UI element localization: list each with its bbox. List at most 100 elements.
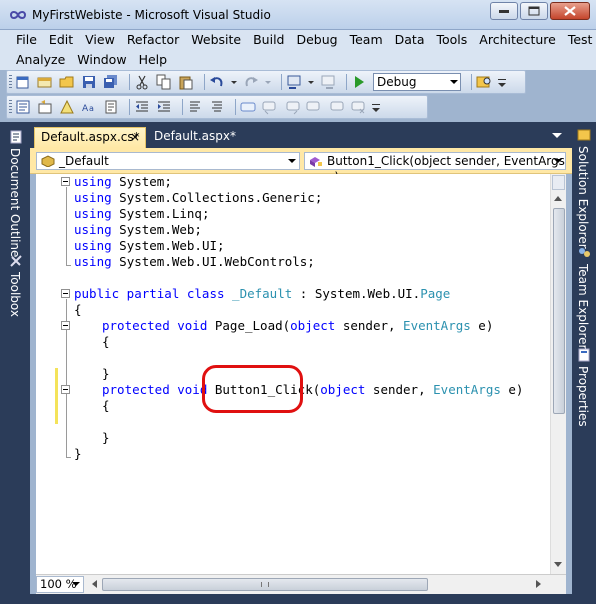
tab-label: Default.aspx.cs* xyxy=(41,130,140,144)
increase-indent-icon[interactable] xyxy=(156,99,172,115)
paste-icon[interactable] xyxy=(178,74,194,90)
cut-icon[interactable] xyxy=(134,74,150,90)
class-icon xyxy=(41,155,55,167)
scroll-down-icon[interactable] xyxy=(554,562,562,567)
code-token: { xyxy=(102,334,110,349)
previous-bookmark-in-folder-icon[interactable] xyxy=(306,99,322,115)
chevron-down-icon xyxy=(72,582,80,586)
document-outline-tab[interactable]: Document Outline xyxy=(8,148,22,257)
tab-default-aspx-cs[interactable]: Default.aspx.cs* × xyxy=(34,127,146,148)
menu-window[interactable]: Window xyxy=(71,51,132,68)
menu-tools[interactable]: Tools xyxy=(431,31,474,48)
new-project-icon[interactable] xyxy=(15,74,31,90)
menu-test[interactable]: Test xyxy=(562,31,596,48)
code-line: { xyxy=(102,398,110,414)
menu-debug[interactable]: Debug xyxy=(290,31,343,48)
menu-data[interactable]: Data xyxy=(389,31,431,48)
redo-dropdown-icon[interactable] xyxy=(265,74,271,90)
vertical-scrollbar[interactable] xyxy=(550,174,566,574)
types-combo[interactable]: _Default xyxy=(36,152,300,170)
collapse-using-block-icon[interactable] xyxy=(61,177,70,186)
uncomment-selection-icon[interactable] xyxy=(209,99,225,115)
toolbar-grip[interactable] xyxy=(9,75,12,89)
menu-website[interactable]: Website xyxy=(185,31,247,48)
minimize-button[interactable] xyxy=(490,2,518,20)
outline-end xyxy=(66,457,71,458)
scroll-up-icon[interactable] xyxy=(554,196,562,201)
menu-refactor[interactable]: Refactor xyxy=(121,31,185,48)
solution-explorer-tab[interactable]: Solution Explorer xyxy=(576,146,590,249)
code-line: } xyxy=(102,430,110,446)
scroll-right-icon[interactable] xyxy=(536,580,541,588)
start-debugging-icon[interactable] xyxy=(351,74,367,90)
chevron-down-icon xyxy=(288,159,296,163)
code-line: using System.Web; xyxy=(74,222,202,238)
object-member-list-icon[interactable] xyxy=(15,99,31,115)
tab-default-aspx[interactable]: Default.aspx* xyxy=(148,127,236,148)
undo-dropdown-icon[interactable] xyxy=(231,74,237,90)
toolbar-grip[interactable] xyxy=(9,100,12,114)
collapse-page-load-icon[interactable] xyxy=(61,321,70,330)
menu-analyze[interactable]: Analyze xyxy=(10,51,71,68)
find-in-files-icon[interactable] xyxy=(476,74,492,90)
maximize-button[interactable] xyxy=(520,2,548,20)
quick-info-icon[interactable] xyxy=(59,99,75,115)
annotation-highlight-oval xyxy=(202,365,303,413)
vertical-scroll-thumb[interactable] xyxy=(553,208,565,414)
keyword: using xyxy=(74,190,112,205)
menu-architecture[interactable]: Architecture xyxy=(473,31,562,48)
menu-file[interactable]: File xyxy=(10,31,43,48)
code-token: { xyxy=(74,302,82,317)
standard-toolbar: Debug xyxy=(6,70,526,94)
navigate-forward-icon[interactable] xyxy=(320,74,336,90)
toolbar-options-icon[interactable] xyxy=(498,74,506,90)
next-bookmark-icon[interactable] xyxy=(284,99,300,115)
save-icon[interactable] xyxy=(81,74,97,90)
toggle-bookmark-icon[interactable] xyxy=(240,99,256,115)
redo-icon[interactable] xyxy=(243,74,259,90)
parameter-info-icon[interactable] xyxy=(37,99,53,115)
code-line: using System.Web.UI; xyxy=(74,238,225,254)
decrease-indent-icon[interactable] xyxy=(134,99,150,115)
close-tab-icon[interactable]: × xyxy=(130,128,140,147)
menu-team[interactable]: Team xyxy=(344,31,389,48)
solution-configuration-select[interactable]: Debug xyxy=(373,73,461,91)
menu-help[interactable]: Help xyxy=(133,51,174,68)
menu-build[interactable]: Build xyxy=(247,31,290,48)
keyword: using xyxy=(74,222,112,237)
scroll-grip xyxy=(261,582,269,587)
clear-bookmarks-icon[interactable] xyxy=(350,99,366,115)
scroll-left-icon[interactable] xyxy=(92,580,97,588)
comment-selection-icon[interactable] xyxy=(187,99,203,115)
splitter-handle[interactable] xyxy=(552,175,565,190)
navigate-backward-icon[interactable] xyxy=(286,74,302,90)
open-file-icon[interactable] xyxy=(59,74,75,90)
toolbox-tab[interactable]: Toolbox xyxy=(8,272,22,317)
type-name: Page xyxy=(420,286,451,301)
members-combo[interactable]: Button1_Click(object sender, EventArgs e… xyxy=(304,152,566,184)
code-token: System.Web.UI.WebControls; xyxy=(111,254,315,269)
navigate-dropdown-icon[interactable] xyxy=(308,74,314,90)
menu-edit[interactable]: Edit xyxy=(43,31,79,48)
undo-icon[interactable] xyxy=(209,74,225,90)
next-bookmark-in-folder-icon[interactable] xyxy=(328,99,344,115)
team-explorer-tab[interactable]: Team Explorer xyxy=(576,264,590,350)
collapse-class-icon[interactable] xyxy=(61,289,70,298)
code-token: sender, xyxy=(335,318,404,333)
collapse-button-click-icon[interactable] xyxy=(61,385,70,394)
properties-tab[interactable]: Properties xyxy=(576,366,590,427)
toolbar-options-icon[interactable] xyxy=(372,99,380,115)
horizontal-scroll-thumb[interactable] xyxy=(102,578,428,591)
word-completion-icon[interactable]: Aa xyxy=(81,99,97,115)
menu-view[interactable]: View xyxy=(79,31,121,48)
display-quick-info-icon[interactable] xyxy=(103,99,119,115)
close-window-button[interactable] xyxy=(550,2,590,20)
method-icon xyxy=(310,157,322,167)
add-item-icon[interactable] xyxy=(37,74,53,90)
code-line: } xyxy=(74,446,82,462)
save-all-icon[interactable] xyxy=(103,74,119,90)
copy-icon[interactable] xyxy=(156,74,172,90)
previous-bookmark-icon[interactable] xyxy=(262,99,278,115)
zoom-combo[interactable]: 100 % xyxy=(36,576,84,593)
active-files-dropdown-icon[interactable] xyxy=(552,133,562,138)
